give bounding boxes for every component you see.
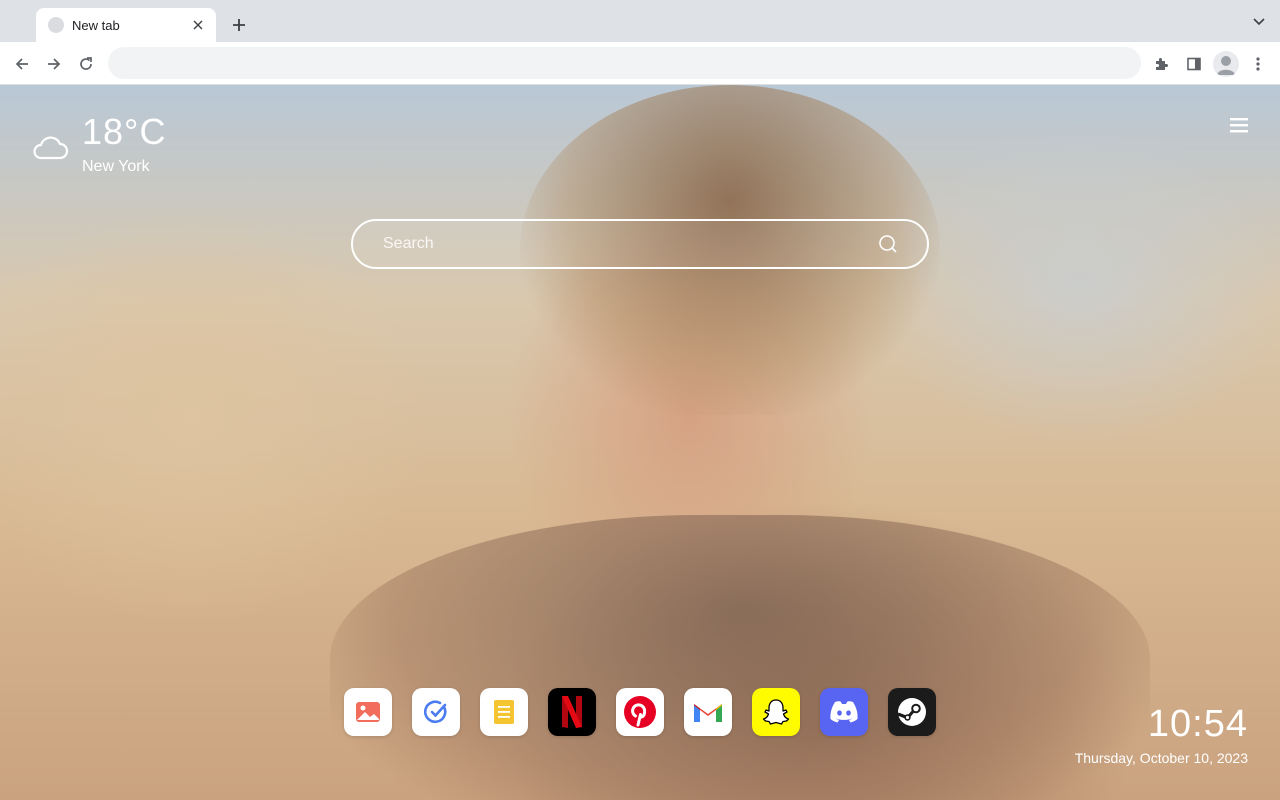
search-box bbox=[351, 219, 929, 269]
check-circle-icon bbox=[423, 700, 447, 724]
search-icon[interactable] bbox=[878, 234, 898, 254]
netflix-icon bbox=[562, 696, 582, 728]
discord-icon bbox=[830, 701, 858, 723]
address-bar[interactable] bbox=[108, 47, 1141, 79]
image-icon bbox=[356, 702, 380, 722]
plus-icon bbox=[233, 19, 245, 31]
app-netflix[interactable] bbox=[548, 688, 596, 736]
reload-icon bbox=[80, 57, 92, 70]
app-todo[interactable] bbox=[412, 688, 460, 736]
tab-favicon-icon bbox=[48, 17, 64, 33]
forward-button[interactable] bbox=[41, 51, 67, 77]
tab-new-tab[interactable]: New tab bbox=[36, 8, 216, 42]
notes-icon bbox=[494, 700, 514, 724]
back-button[interactable] bbox=[9, 51, 35, 77]
snapchat-icon bbox=[762, 699, 790, 725]
weather-widget[interactable]: 18°C New York bbox=[30, 111, 167, 175]
app-discord[interactable] bbox=[820, 688, 868, 736]
app-pinterest[interactable] bbox=[616, 688, 664, 736]
tab-close-icon[interactable] bbox=[190, 17, 206, 33]
browser-toolbar bbox=[0, 42, 1280, 85]
app-photos[interactable] bbox=[344, 688, 392, 736]
weather-city: New York bbox=[82, 158, 150, 175]
search-input[interactable] bbox=[383, 221, 863, 267]
side-panel-icon bbox=[1187, 57, 1201, 71]
app-gmail[interactable] bbox=[684, 688, 732, 736]
clock-widget: 10:54 Thursday, October 10, 2023 bbox=[1075, 704, 1248, 766]
clock-time: 10:54 bbox=[1147, 703, 1248, 745]
clock-date: Thursday, October 10, 2023 bbox=[1074, 750, 1248, 766]
app-notes[interactable] bbox=[480, 688, 528, 736]
pinterest-icon bbox=[624, 696, 656, 728]
cloud-icon bbox=[33, 136, 69, 160]
chevron-down-icon bbox=[1253, 18, 1265, 26]
arrow-left-icon bbox=[15, 58, 28, 70]
puzzle-icon bbox=[1156, 58, 1168, 70]
wallpaper-portrait-body bbox=[330, 515, 1150, 800]
extensions-button[interactable] bbox=[1149, 51, 1175, 77]
tab-title: New tab bbox=[72, 17, 120, 33]
hamburger-icon bbox=[1230, 118, 1248, 133]
side-panel-button[interactable] bbox=[1181, 51, 1207, 77]
app-snapchat[interactable] bbox=[752, 688, 800, 736]
tab-search-button[interactable] bbox=[1252, 14, 1268, 30]
new-tab-button[interactable] bbox=[226, 12, 252, 38]
weather-temperature: 18°C bbox=[82, 111, 167, 152]
arrow-right-icon bbox=[48, 58, 61, 70]
profile-avatar[interactable] bbox=[1213, 51, 1239, 77]
app-steam[interactable] bbox=[888, 688, 936, 736]
steam-icon bbox=[897, 698, 926, 726]
page-menu-button[interactable] bbox=[1228, 115, 1250, 135]
tab-strip: New tab bbox=[0, 0, 1280, 42]
person-icon bbox=[1217, 56, 1235, 75]
gmail-icon bbox=[694, 704, 722, 722]
reload-button[interactable] bbox=[73, 51, 99, 77]
more-vert-icon bbox=[1256, 57, 1260, 71]
app-dock bbox=[344, 688, 936, 736]
browser-menu-button[interactable] bbox=[1245, 51, 1271, 77]
